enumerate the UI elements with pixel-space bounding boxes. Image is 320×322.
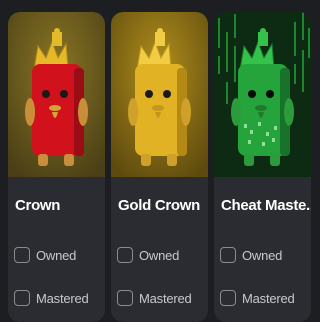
item-image-gold-crown xyxy=(111,12,208,177)
item-name: Cheat Maste... xyxy=(221,197,311,214)
owned-checkbox[interactable] xyxy=(14,247,30,263)
mastered-option[interactable]: Mastered xyxy=(220,288,295,308)
owned-option[interactable]: Owned xyxy=(117,245,179,265)
owned-label: Owned xyxy=(139,247,180,263)
crown-character-image xyxy=(8,12,105,177)
owned-checkbox[interactable] xyxy=(117,247,133,263)
item-image-cheat-master xyxy=(214,12,311,177)
item-card-crown[interactable]: Crown Owned Mastered xyxy=(8,12,105,322)
mastered-checkbox[interactable] xyxy=(117,290,133,306)
owned-option[interactable]: Owned xyxy=(220,245,282,265)
item-name: Gold Crown xyxy=(118,197,200,214)
item-card-cheat-master[interactable]: Cheat Maste... Owned Mastered xyxy=(214,12,311,322)
mastered-label: Mastered xyxy=(36,290,89,306)
gold-crown-character-image xyxy=(111,12,208,177)
item-card-grid: Crown Owned Mastered Gold Crown Owned Ma… xyxy=(0,0,320,322)
cheat-master-character-image xyxy=(214,12,311,177)
mastered-option[interactable]: Mastered xyxy=(117,288,192,308)
item-image-crown xyxy=(8,12,105,177)
mastered-label: Mastered xyxy=(139,290,192,306)
mastered-checkbox[interactable] xyxy=(14,290,30,306)
item-card-gold-crown[interactable]: Gold Crown Owned Mastered xyxy=(111,12,208,322)
mastered-checkbox[interactable] xyxy=(220,290,236,306)
mastered-option[interactable]: Mastered xyxy=(14,288,89,308)
item-name: Crown xyxy=(15,197,61,214)
owned-checkbox[interactable] xyxy=(220,247,236,263)
owned-option[interactable]: Owned xyxy=(14,245,76,265)
owned-label: Owned xyxy=(242,247,283,263)
mastered-label: Mastered xyxy=(242,290,295,306)
owned-label: Owned xyxy=(36,247,77,263)
